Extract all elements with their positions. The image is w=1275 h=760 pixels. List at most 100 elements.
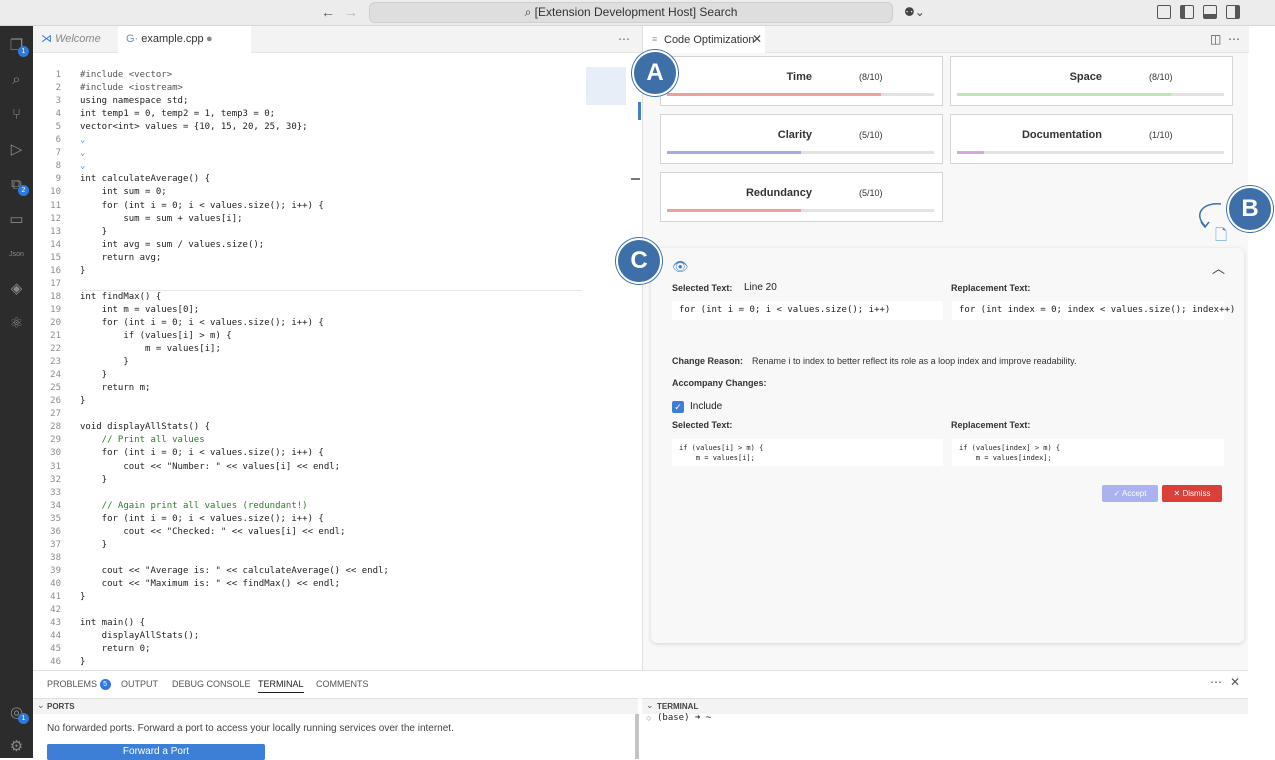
unsaved-dot-icon[interactable]: ●	[206, 26, 213, 53]
tab-welcome[interactable]: ⋊ Welcome	[33, 26, 117, 53]
line-number: 46	[50, 657, 61, 668]
tab-comments[interactable]: COMMENTS	[316, 679, 369, 689]
search-icon[interactable]: ⌕	[7, 70, 26, 89]
command-center-search[interactable]: ⌕ [Extension Development Host] Search	[369, 2, 893, 23]
eye-icon[interactable]: 👁	[672, 259, 689, 275]
suggestion-card: 👁 ︿ Selected Text: Line 20 Replacement T…	[651, 248, 1244, 643]
line-text: }	[80, 474, 108, 485]
tab-example-label: example.cpp	[141, 33, 204, 45]
metric-score: (8/10)	[1149, 72, 1173, 82]
metric-bar-track	[667, 93, 934, 96]
line-number: 19	[50, 304, 61, 315]
toggle-secondary-sidebar-icon[interactable]	[1226, 5, 1240, 19]
minimap[interactable]	[586, 67, 626, 105]
ports-scrollbar[interactable]	[635, 714, 639, 759]
metric-score: (5/10)	[859, 188, 883, 198]
tab-terminal[interactable]: TERMINAL	[258, 679, 304, 693]
line-number: 1	[55, 70, 61, 80]
account-icon[interactable]: ◎ 1	[7, 703, 29, 724]
terminal-prompt[interactable]: (base) ➜ ~	[657, 713, 711, 723]
line-number: 34	[50, 500, 61, 511]
tab-code-optimization[interactable]: ≡ Code Optimization ✕	[643, 26, 765, 53]
more-actions-icon[interactable]: ⋯	[1228, 32, 1240, 46]
line-number: 30	[50, 448, 61, 459]
extensions-badge: 2	[18, 185, 29, 196]
toggle-panel-icon[interactable]	[1203, 5, 1217, 19]
tab-output[interactable]: OUTPUT	[121, 679, 158, 689]
customize-layout-icon[interactable]	[1157, 5, 1171, 19]
close-panel-icon[interactable]: ✕	[1230, 675, 1240, 689]
json-icon[interactable]: Json	[7, 245, 26, 264]
tab-problems[interactable]: PROBLEMS 5	[47, 679, 111, 690]
accompany-changes-label: Accompany Changes:	[672, 378, 767, 388]
tab-example-cpp[interactable]: G· example.cpp ●	[118, 26, 251, 53]
line-number: 8	[55, 161, 61, 172]
tab-debug-console[interactable]: DEBUG CONSOLE	[172, 679, 251, 689]
copilot-icon[interactable]: ⚉⌄	[904, 5, 925, 19]
code-editor[interactable]: 1 #include <vector> 2 #include <iostream> 3 u…	[33, 53, 642, 670]
line-number: 5	[55, 122, 61, 133]
react-icon[interactable]: ⚛	[7, 314, 26, 333]
back-arrow-icon[interactable]: ←	[321, 4, 335, 20]
line-text: for (int i = 0; i < values.size(); i++) …	[80, 513, 324, 524]
accompany-selected-label: Selected Text:	[672, 420, 733, 430]
line-text: if (values[i] > m) {	[80, 331, 232, 341]
accept-button[interactable]: ✓ Accept	[1102, 485, 1158, 502]
terminal-header[interactable]: ⌄ TERMINAL	[642, 698, 1248, 714]
callout-b-arrow	[1199, 203, 1222, 229]
cpp-file-icon: G·	[126, 33, 142, 45]
line-number: 16	[50, 265, 61, 276]
settings-gear-icon[interactable]: ⚙	[7, 737, 26, 756]
source-control-icon[interactable]: ⑂	[7, 105, 26, 124]
line-text: cout << "Maximum is: " << findMax() << e…	[80, 578, 341, 589]
dismiss-button[interactable]: ✕ Dismiss	[1162, 485, 1222, 502]
ports-header-label: PORTS	[47, 702, 75, 711]
run-debug-icon[interactable]: ▷	[7, 140, 26, 159]
metric-bar-fill	[667, 151, 801, 154]
bottom-panel: PROBLEMS 5 OUTPUT DEBUG CONSOLE TERMINAL…	[33, 670, 1248, 760]
python-icon[interactable]: ◈	[7, 279, 26, 298]
scrollbar-thumb[interactable]	[638, 102, 641, 120]
selected-text-label: Selected Text:	[672, 283, 733, 293]
line-number: 40	[50, 578, 61, 589]
split-editor-icon[interactable]: ◫	[1210, 32, 1221, 46]
search-text: [Extension Development Host] Search	[534, 5, 738, 19]
metric-card-documentation: Documentation (1/10)	[950, 114, 1233, 164]
metric-bar-fill	[957, 93, 1171, 96]
line-number: 38	[50, 552, 61, 563]
line-text: int temp1 = 0, temp2 = 1, temp3 = 0;	[80, 109, 276, 120]
line-text: for (int i = 0; i < values.size(); i++) …	[80, 200, 324, 211]
toggle-sidebar-icon[interactable]	[1180, 5, 1194, 19]
line-text: int calculateAverage() {	[80, 174, 211, 185]
line-text: for (int i = 0; i < values.size(); i++) …	[80, 317, 324, 328]
remote-explorer-icon[interactable]: ▭	[7, 210, 26, 229]
extensions-icon[interactable]: ⧉ 2	[7, 175, 29, 196]
collapse-chevron-icon[interactable]: ︿	[1212, 258, 1225, 277]
dismiss-label: Dismiss	[1182, 489, 1211, 498]
forward-arrow-icon[interactable]: →	[344, 4, 358, 20]
explorer-icon[interactable]: ❐ 1	[7, 36, 29, 57]
vscode-logo-icon: ⋊	[41, 33, 56, 45]
code-optimization-panel: ≡ Code Optimization ✕ ◫ ⋯ Time (8/10) Spac…	[642, 26, 1249, 670]
line-text: ⌄	[80, 135, 86, 146]
line-number: 27	[50, 409, 61, 420]
line-number: 28	[50, 422, 61, 433]
line-text: ⌄	[80, 161, 86, 172]
more-actions-icon[interactable]: ⋯	[618, 32, 630, 46]
line-text: int findMax() {	[80, 291, 162, 302]
line-number: 11	[50, 200, 61, 211]
preview-icon: ≡	[652, 34, 658, 44]
metric-card-space: Space (8/10)	[950, 56, 1233, 106]
change-reason-label: Change Reason:	[672, 356, 744, 366]
line-text: m = values[i];	[80, 344, 221, 355]
ports-header[interactable]: ⌄ PORTS	[33, 698, 638, 714]
line-number: 31	[50, 461, 61, 472]
callout-b: B	[1227, 186, 1273, 232]
account-badge: 1	[18, 713, 29, 724]
include-checkbox[interactable]: ✓	[672, 401, 684, 413]
replacement-code[interactable]: for (int index = 0; index < values.size(…	[952, 301, 1235, 320]
more-actions-icon[interactable]: ⋯	[1210, 675, 1222, 689]
close-tab-icon[interactable]: ✕	[752, 32, 762, 46]
chevron-down-icon: ⌄	[37, 700, 45, 710]
line-number: 35	[50, 513, 61, 524]
